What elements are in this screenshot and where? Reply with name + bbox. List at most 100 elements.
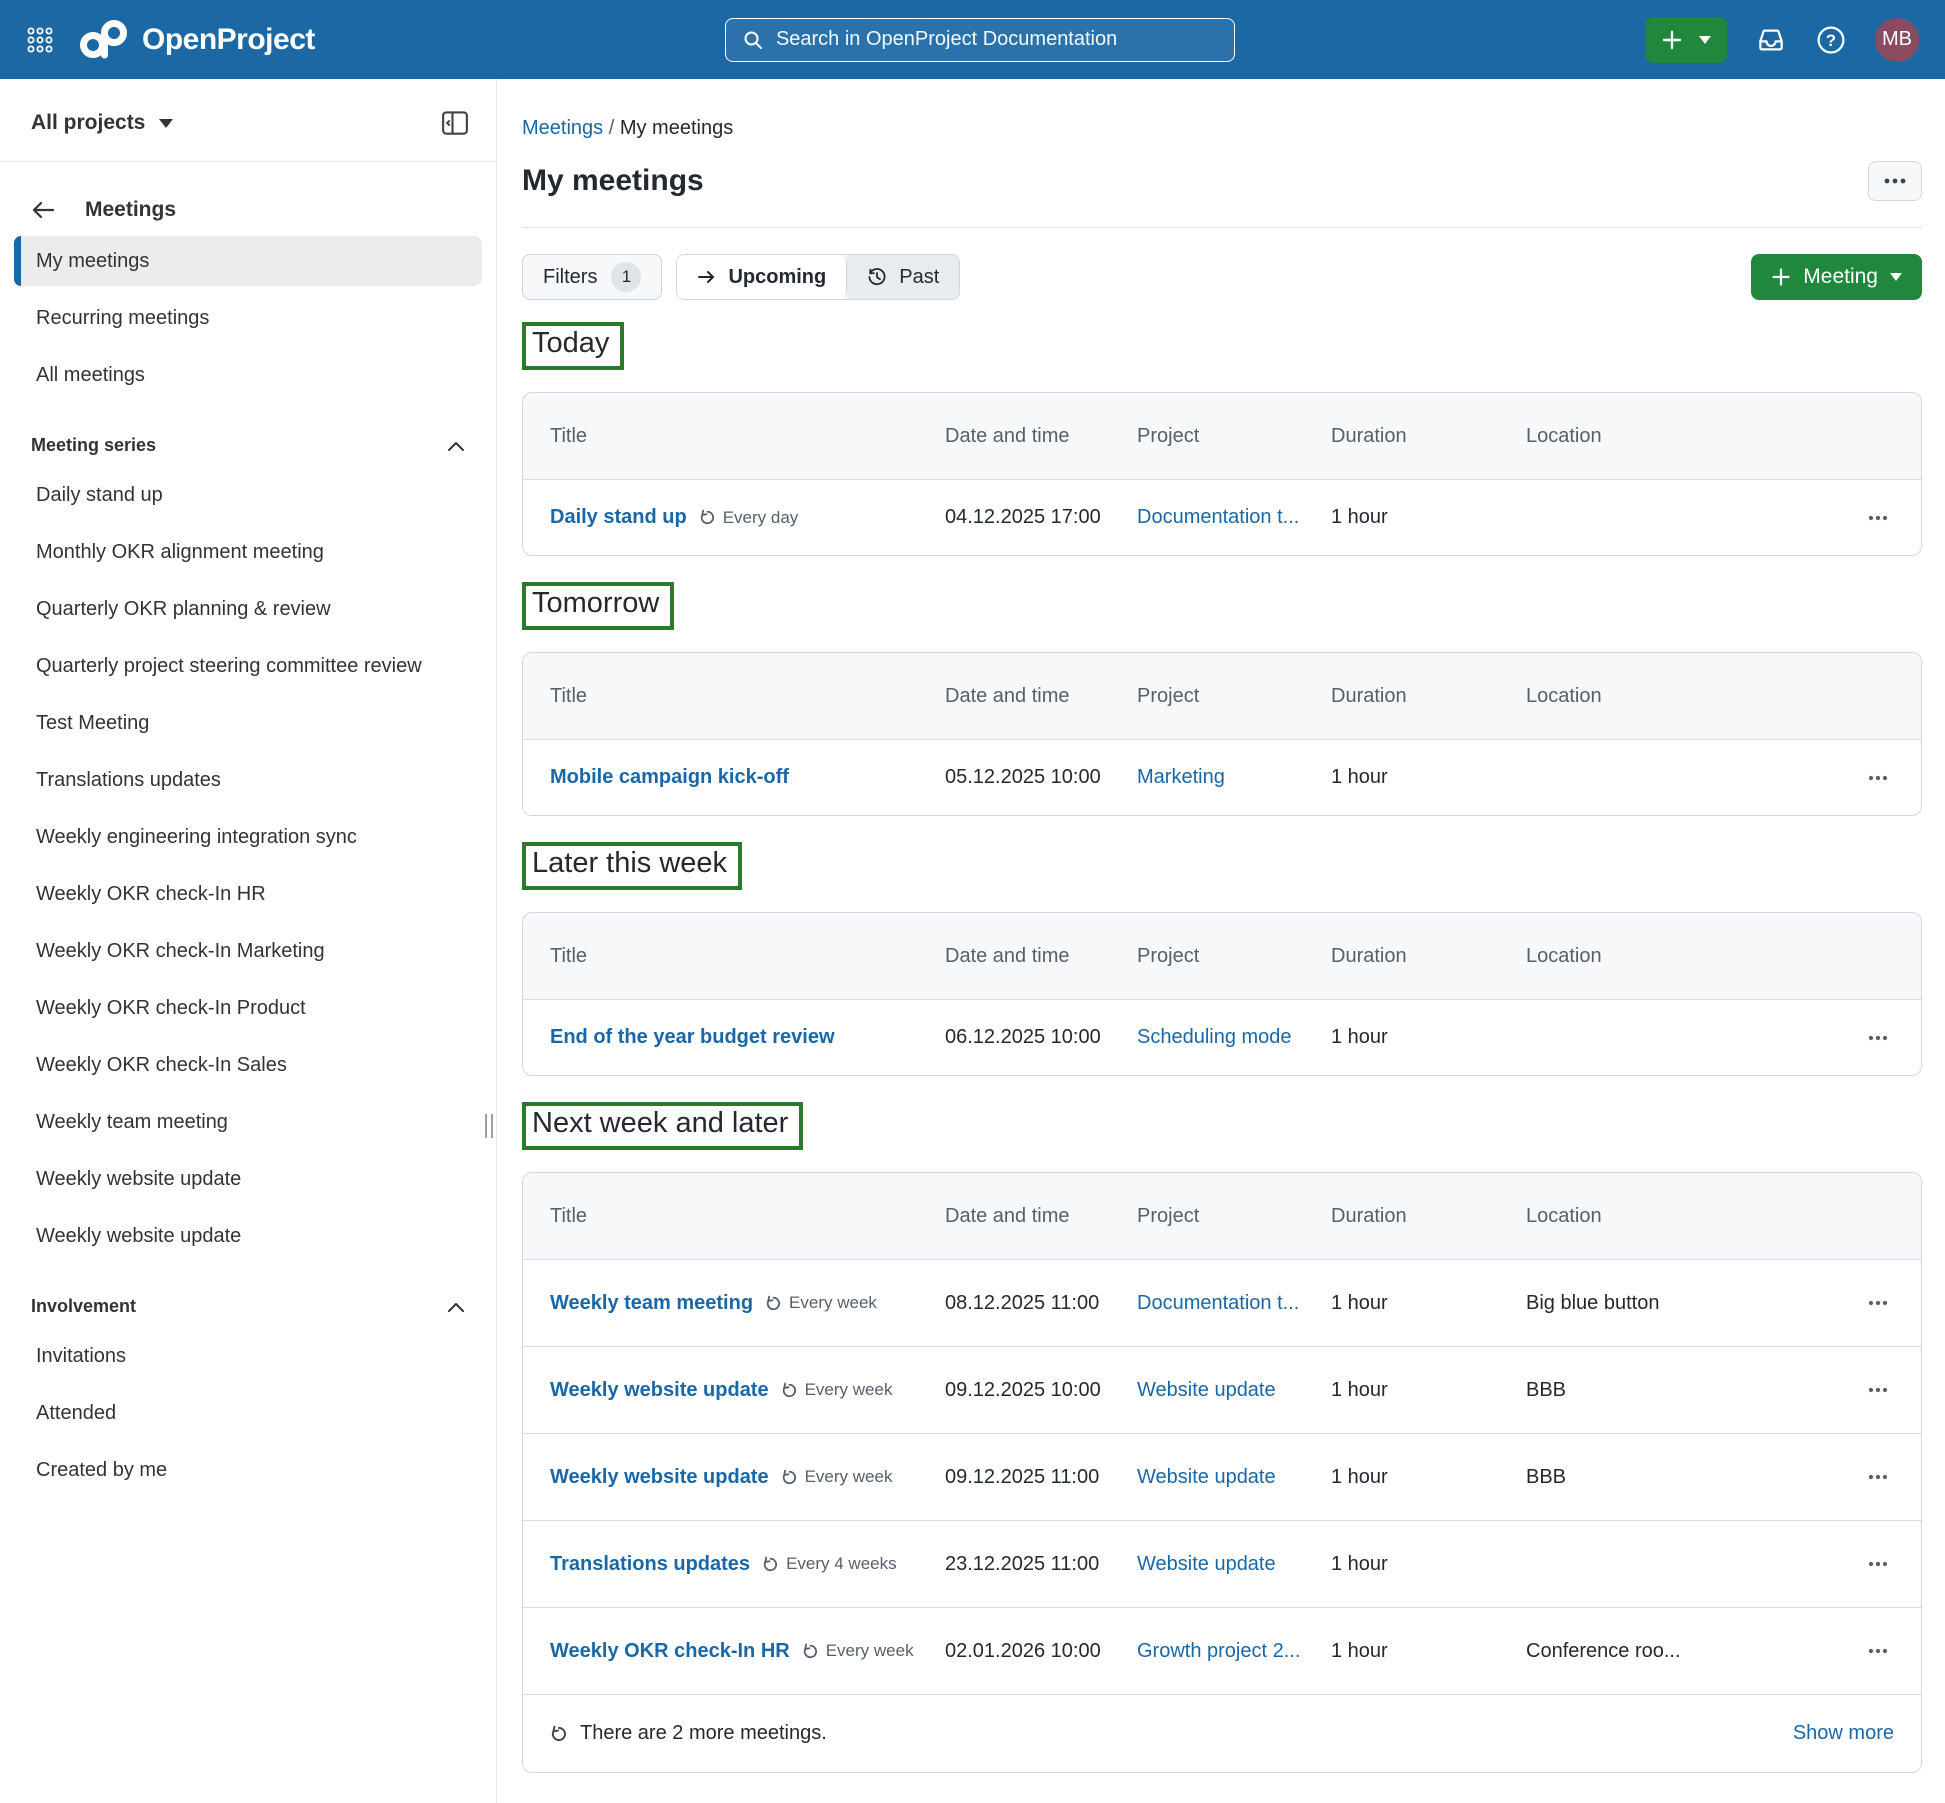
chevron-down-icon	[1699, 36, 1711, 44]
meeting-duration: 1 hour	[1331, 1379, 1526, 1402]
collapse-sidebar-icon[interactable]	[440, 108, 470, 138]
new-meeting-button[interactable]: Meeting	[1751, 254, 1922, 300]
sidebar-item-series[interactable]: Test Meeting	[14, 698, 482, 748]
sidebar-item-recurring-meetings[interactable]: Recurring meetings	[14, 293, 482, 343]
sidebar-item-attended[interactable]: Attended	[14, 1388, 482, 1438]
sidebar-item-my-meetings[interactable]: My meetings	[14, 236, 482, 286]
meeting-datetime: 09.12.2025 11:00	[945, 1466, 1137, 1489]
toolbar: Filters 1 Upcoming	[522, 254, 1922, 300]
svg-text:?: ?	[1826, 30, 1836, 49]
project-link[interactable]: Website update	[1137, 1379, 1307, 1402]
sidebar-item-series[interactable]: Weekly engineering integration sync	[14, 812, 482, 862]
table-row: Translations updates Every 4 weeks 23.12…	[523, 1520, 1921, 1607]
meetings-table-tomorrow: Title Date and time Project Duration Loc…	[522, 652, 1922, 816]
title-divider	[522, 227, 1922, 228]
recurring-icon	[550, 1725, 568, 1743]
row-menu-button[interactable]	[1862, 1029, 1894, 1047]
sidebar-item-invitations[interactable]: Invitations	[14, 1331, 482, 1381]
chevron-down-icon	[1890, 273, 1902, 281]
sidebar-item-series[interactable]: Weekly OKR check-In HR	[14, 869, 482, 919]
row-menu-button[interactable]	[1862, 1468, 1894, 1486]
plus-icon	[1661, 29, 1683, 51]
meeting-link[interactable]: Weekly website update	[550, 1379, 769, 1402]
notifications-inbox-icon[interactable]	[1755, 24, 1787, 56]
sidebar-item-series[interactable]: Weekly OKR check-In Marketing	[14, 926, 482, 976]
table-row: Weekly team meeting Every week 08.12.202…	[523, 1259, 1921, 1346]
openproject-logo[interactable]: OpenProject	[78, 18, 315, 62]
recurring-icon	[781, 1382, 798, 1399]
project-link[interactable]: Marketing	[1137, 766, 1307, 789]
back-arrow-icon[interactable]	[31, 200, 55, 220]
meeting-link[interactable]: Daily stand up	[550, 506, 687, 529]
sidebar-item-series[interactable]: Weekly OKR check-In Product	[14, 983, 482, 1033]
row-menu-button[interactable]	[1862, 1642, 1894, 1660]
meeting-link[interactable]: Mobile campaign kick-off	[550, 766, 789, 789]
sidebar-item-series[interactable]: Monthly OKR alignment meeting	[14, 527, 482, 577]
project-link[interactable]: Website update	[1137, 1553, 1307, 1576]
table-header: Title Date and time Project Duration Loc…	[523, 653, 1921, 739]
sidebar-item-series[interactable]: Daily stand up	[14, 470, 482, 520]
meeting-datetime: 05.12.2025 10:00	[945, 766, 1137, 789]
meeting-link[interactable]: Weekly website update	[550, 1466, 769, 1489]
tab-upcoming[interactable]: Upcoming	[677, 255, 847, 299]
global-create-button[interactable]	[1645, 17, 1727, 63]
sidebar-item-series[interactable]: Weekly OKR check-In Sales	[14, 1040, 482, 1090]
show-more-link[interactable]: Show more	[1793, 1722, 1894, 1745]
sidebar-item-series[interactable]: Translations updates	[14, 755, 482, 805]
meeting-location: Conference roo...	[1526, 1640, 1799, 1663]
sidebar-item-all-meetings[interactable]: All meetings	[14, 350, 482, 400]
project-link[interactable]: Scheduling mode	[1137, 1026, 1307, 1049]
meetings-table-next-week: Title Date and time Project Duration Loc…	[522, 1172, 1922, 1773]
project-link[interactable]: Documentation t...	[1137, 506, 1307, 529]
project-link[interactable]: Website update	[1137, 1466, 1307, 1489]
chevron-up-icon[interactable]	[447, 440, 465, 452]
app-grid-icon[interactable]	[26, 26, 54, 54]
tab-past[interactable]: Past	[847, 255, 959, 299]
recurrence-info: Every day	[699, 508, 799, 528]
meeting-link[interactable]: Translations updates	[550, 1553, 750, 1576]
filters-button[interactable]: Filters 1	[522, 254, 662, 300]
row-menu-button[interactable]	[1862, 1294, 1894, 1312]
avatar[interactable]: MB	[1875, 18, 1919, 62]
plus-icon	[1771, 267, 1791, 287]
table-row: Weekly website update Every week 09.12.2…	[523, 1346, 1921, 1433]
recurring-icon	[765, 1295, 782, 1312]
row-menu-button[interactable]	[1862, 1381, 1894, 1399]
meeting-duration: 1 hour	[1331, 1292, 1526, 1315]
section-heading-today: Today	[522, 322, 624, 370]
table-header: Title Date and time Project Duration Loc…	[523, 913, 1921, 999]
meeting-datetime: 06.12.2025 10:00	[945, 1026, 1137, 1049]
row-menu-button[interactable]	[1862, 769, 1894, 787]
sidebar-item-series[interactable]: Quarterly project steering committee rev…	[14, 641, 482, 691]
meeting-link[interactable]: End of the year budget review	[550, 1026, 835, 1049]
meetings-table-later-this-week: Title Date and time Project Duration Loc…	[522, 912, 1922, 1076]
sidebar-section-involvement[interactable]: Involvement	[0, 1268, 496, 1331]
meeting-link[interactable]: Weekly OKR check-In HR	[550, 1640, 790, 1663]
global-search[interactable]	[725, 18, 1235, 62]
project-link[interactable]: Documentation t...	[1137, 1292, 1307, 1315]
sidebar-module-title: Meetings	[85, 198, 176, 222]
sidebar-section-meeting-series[interactable]: Meeting series	[0, 407, 496, 470]
sidebar-resize-handle[interactable]	[485, 1114, 493, 1138]
help-icon[interactable]: ?	[1815, 24, 1847, 56]
meeting-datetime: 04.12.2025 17:00	[945, 506, 1137, 529]
page-more-menu-button[interactable]	[1868, 161, 1922, 201]
meeting-link[interactable]: Weekly team meeting	[550, 1292, 753, 1315]
more-meetings-text: There are 2 more meetings.	[580, 1722, 827, 1745]
breadcrumb-meetings-link[interactable]: Meetings	[522, 117, 603, 139]
row-menu-button[interactable]	[1862, 509, 1894, 527]
meeting-duration: 1 hour	[1331, 1026, 1526, 1049]
sidebar-item-series[interactable]: Weekly website update	[14, 1154, 482, 1204]
sidebar-item-series[interactable]: Weekly team meeting	[14, 1097, 482, 1147]
table-row: Mobile campaign kick-off 05.12.2025 10:0…	[523, 739, 1921, 815]
recurrence-info: Every week	[765, 1293, 877, 1313]
project-filter-dropdown[interactable]: All projects	[31, 111, 173, 135]
row-menu-button[interactable]	[1862, 1555, 1894, 1573]
chevron-up-icon[interactable]	[447, 1301, 465, 1313]
sidebar-item-series[interactable]: Quarterly OKR planning & review	[14, 584, 482, 634]
search-input[interactable]	[776, 28, 1218, 51]
sidebar-item-series[interactable]: Weekly website update	[14, 1211, 482, 1261]
project-link[interactable]: Growth project 2...	[1137, 1640, 1307, 1663]
sidebar-item-created-by-me[interactable]: Created by me	[14, 1445, 482, 1495]
meeting-datetime: 08.12.2025 11:00	[945, 1292, 1137, 1315]
